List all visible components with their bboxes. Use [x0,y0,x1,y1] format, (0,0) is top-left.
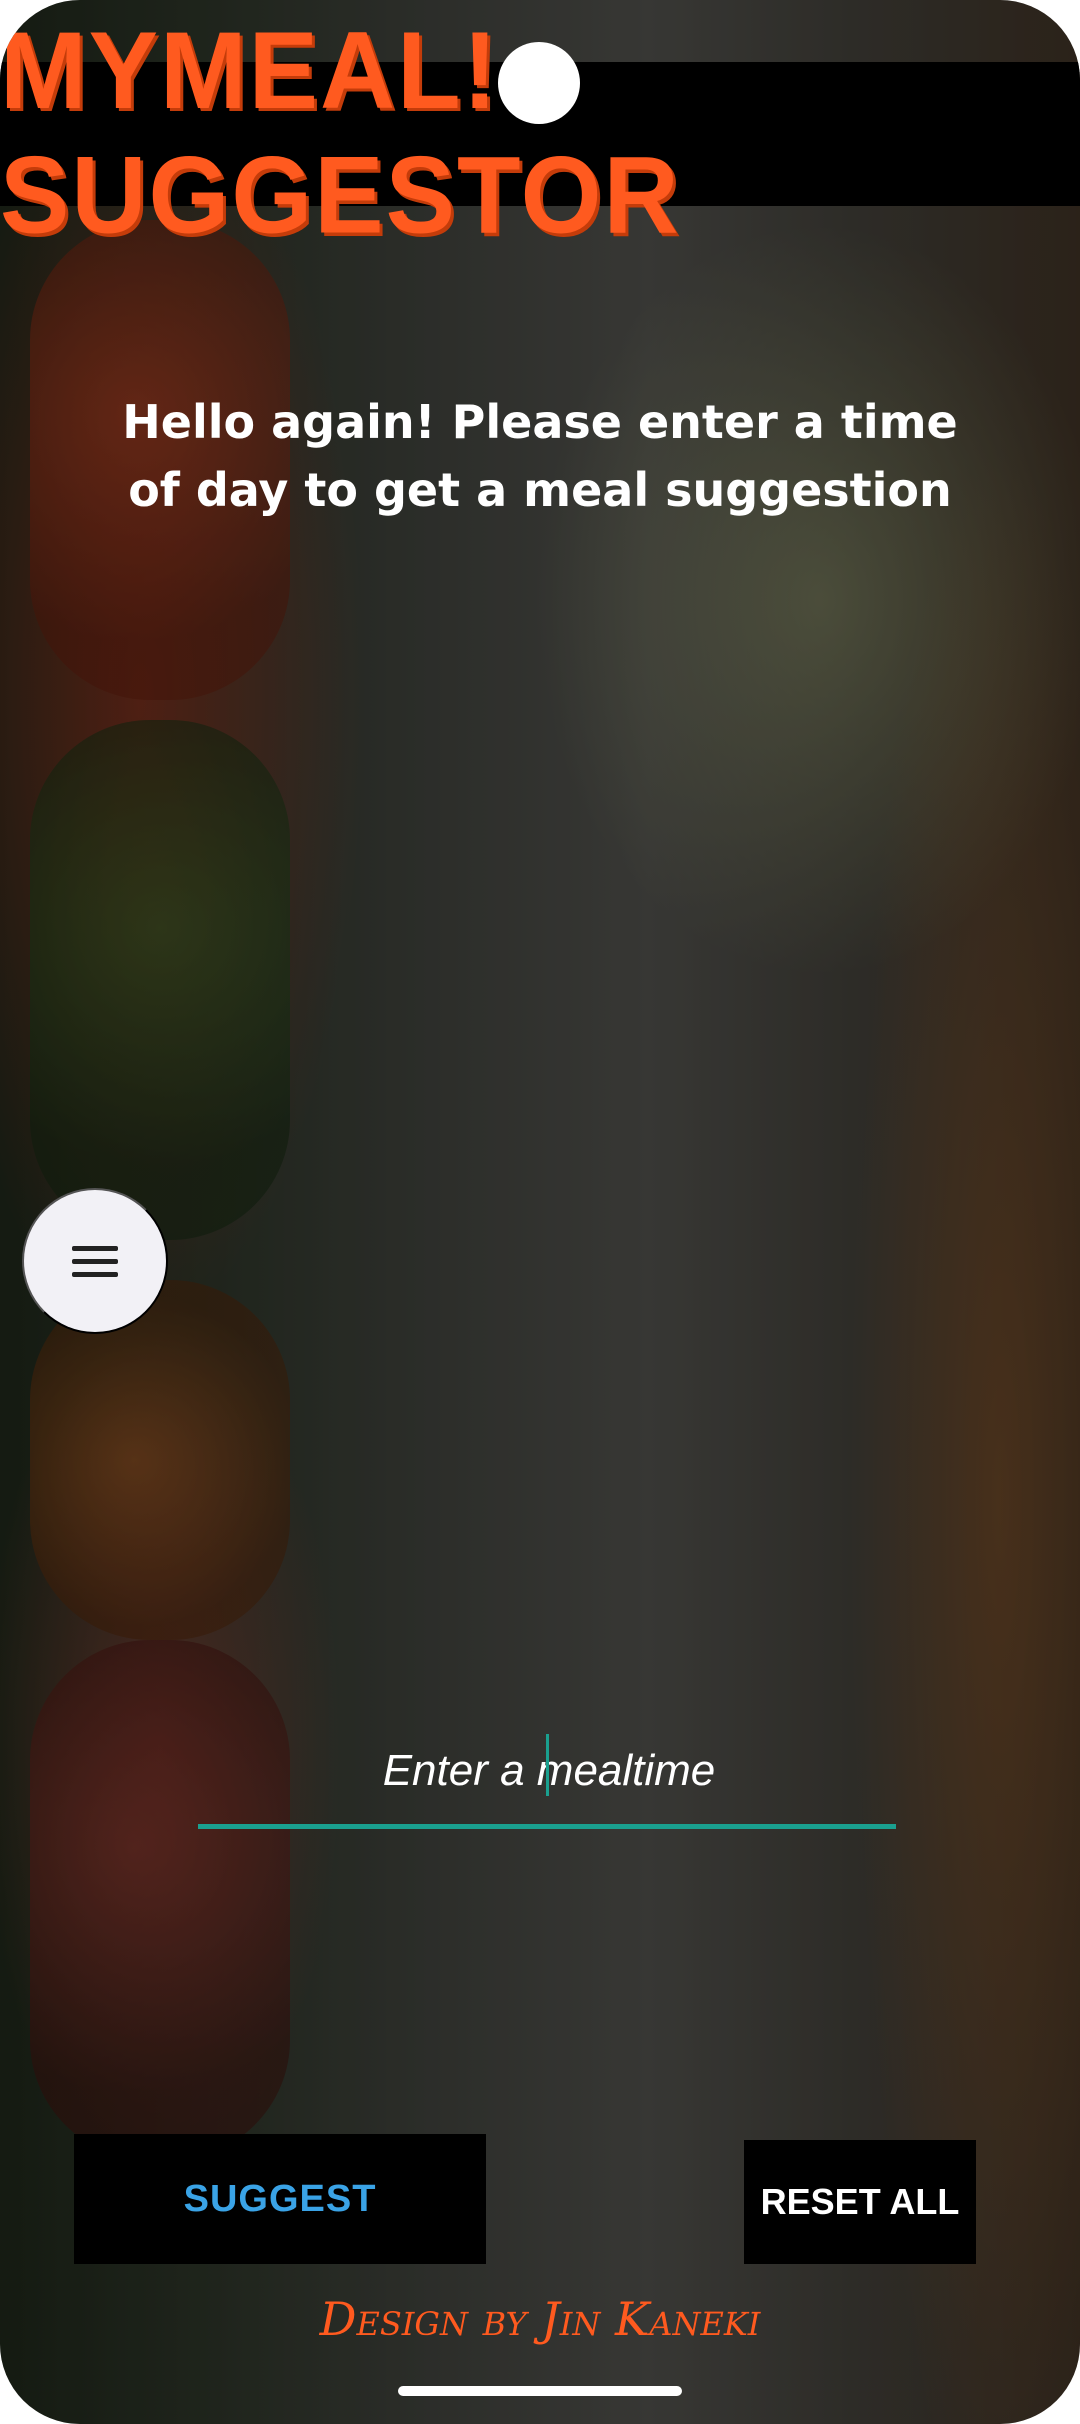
menu-button[interactable] [22,1188,168,1334]
camera-cutout [498,42,580,124]
app-screen: MYMEAL! SUGGESTOR Hello again! Please en… [0,0,1080,2424]
mealtime-input[interactable] [198,1720,900,1822]
prompt-text: Hello again! Please enter a time of day … [122,395,958,517]
background-overlay [0,0,1080,2424]
home-indicator[interactable] [398,2386,682,2396]
hamburger-menu-icon [72,1238,118,1285]
designer-credit: Design by Jin Kaneki [319,2292,761,2346]
mealtime-field [198,1720,900,1830]
reset-all-button[interactable]: RESET ALL [744,2140,976,2264]
input-underline [198,1824,896,1829]
text-cursor [546,1734,549,1796]
suggest-button[interactable]: SUGGEST [74,2134,486,2264]
